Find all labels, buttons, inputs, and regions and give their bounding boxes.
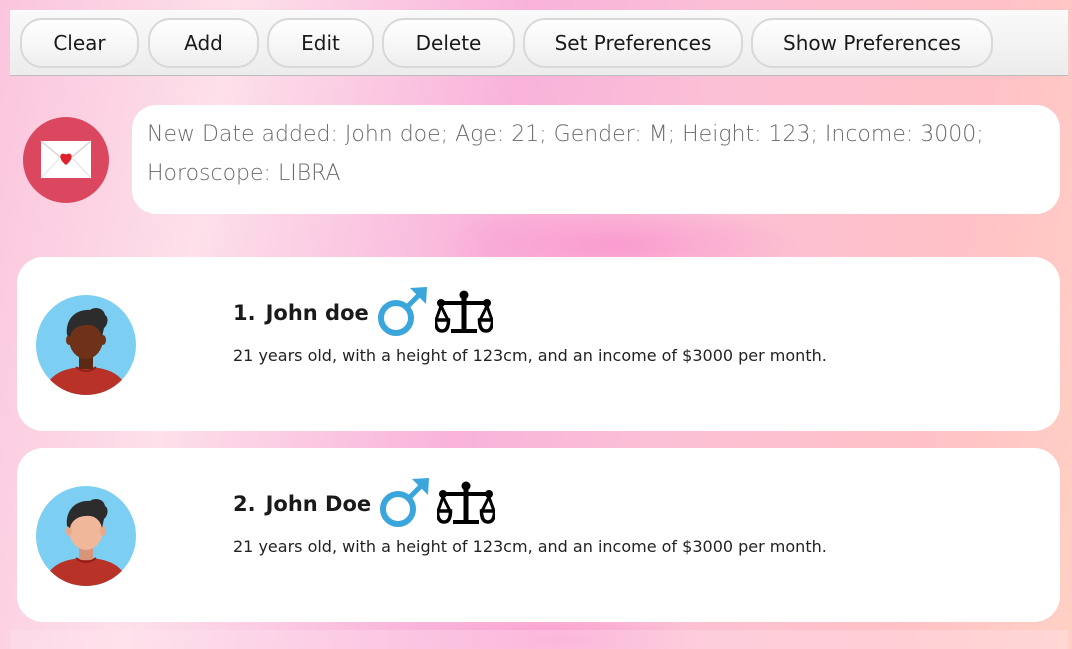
list-bottom-edge (10, 630, 1068, 649)
envelope-heart-icon (23, 117, 109, 203)
libra-icon (437, 481, 496, 524)
libra-icon (434, 290, 493, 333)
add-button[interactable]: Add (148, 18, 259, 68)
delete-button[interactable]: Delete (382, 18, 515, 68)
clear-button[interactable]: Clear (20, 18, 139, 68)
date-card[interactable]: 1. John doe 21 years old, with a height … (17, 257, 1060, 431)
male-icon (377, 287, 427, 336)
date-index: 1. (233, 301, 256, 325)
dark-skin-avatar (36, 295, 136, 395)
date-card[interactable]: 2. John Doe 21 years old, with a height … (17, 448, 1060, 622)
date-description: 21 years old, with a height of 123cm, an… (233, 537, 827, 556)
date-name: John doe (265, 301, 369, 325)
set-preferences-button[interactable]: Set Preferences (523, 18, 743, 68)
date-description: 21 years old, with a height of 123cm, an… (233, 346, 827, 365)
date-title: 2. John Doe (233, 476, 496, 532)
light-skin-avatar (36, 486, 136, 586)
date-title: 1. John doe (233, 285, 493, 341)
date-index: 2. (233, 492, 256, 516)
toolbar: Clear Add Edit Delete Set Preferences Sh… (10, 10, 1068, 76)
male-icon (380, 478, 430, 527)
edit-button[interactable]: Edit (267, 18, 374, 68)
date-name: John Doe (265, 492, 372, 516)
result-message: New Date added: John doe; Age: 21; Gende… (132, 105, 1060, 214)
show-preferences-button[interactable]: Show Preferences (751, 18, 993, 68)
